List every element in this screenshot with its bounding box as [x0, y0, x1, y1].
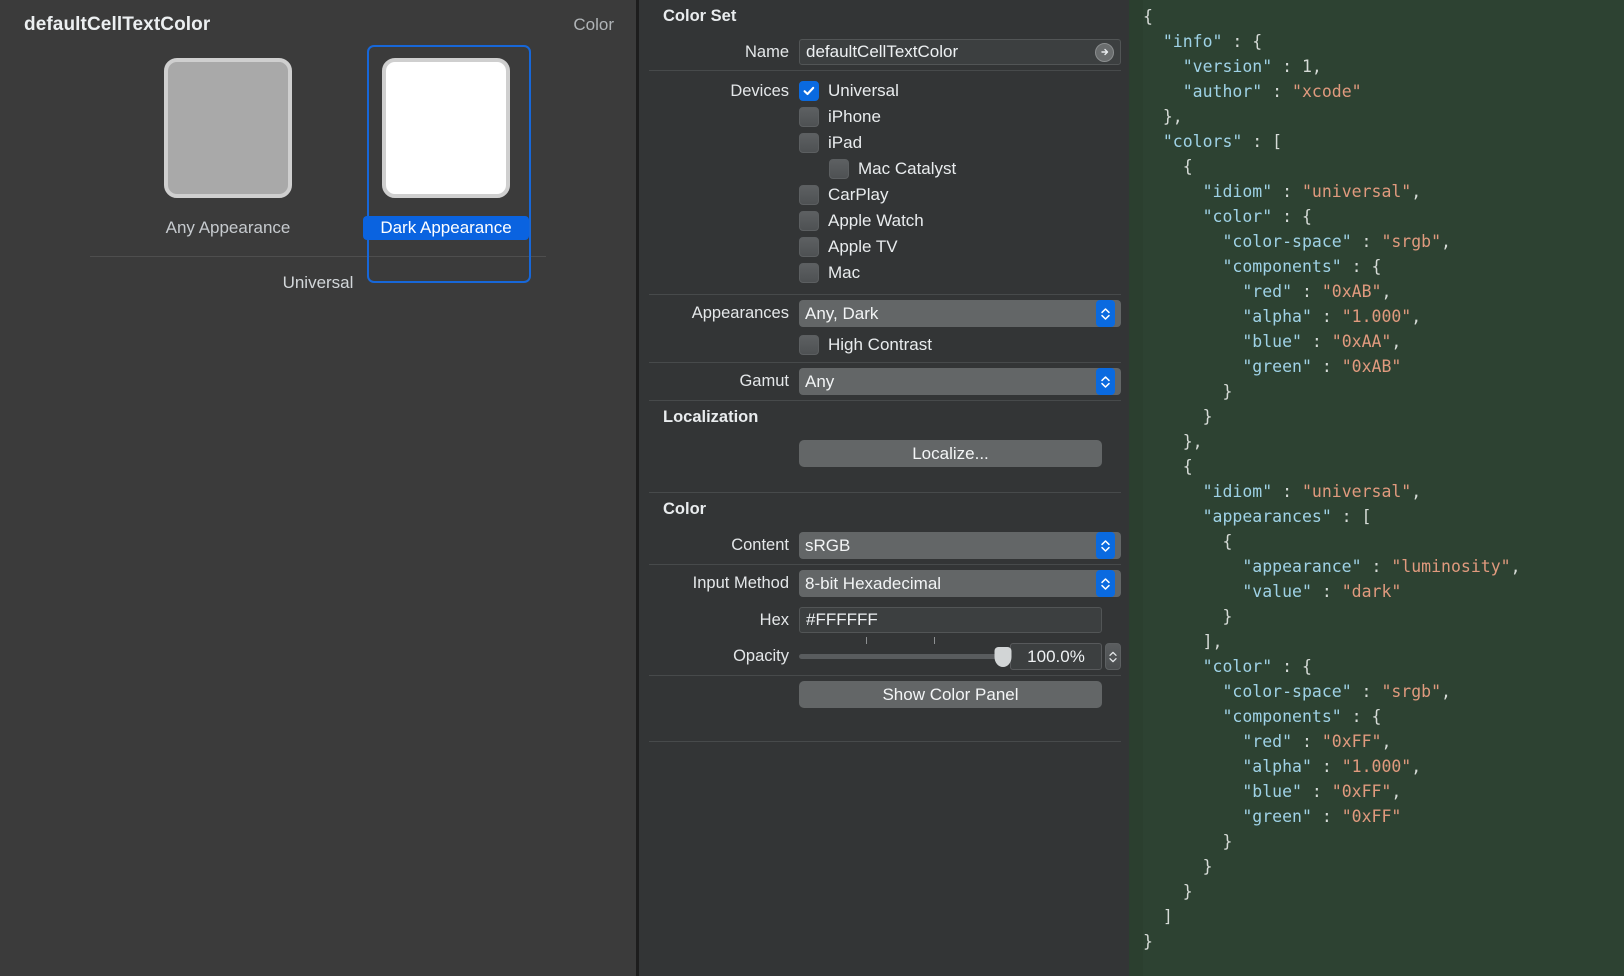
high-contrast-checkbox[interactable]	[799, 335, 819, 355]
color-set-section-title: Color Set	[639, 0, 1129, 34]
high-contrast-label: High Contrast	[828, 335, 932, 355]
device-checkbox-universal[interactable]	[799, 81, 819, 101]
opacity-row: Opacity 100.0%	[639, 638, 1129, 675]
show-color-panel-button[interactable]: Show Color Panel	[799, 681, 1102, 708]
input-method-select-value: 8-bit Hexadecimal	[805, 574, 1092, 594]
divider-bottom	[649, 741, 1121, 742]
editor-gutter	[1129, 0, 1143, 976]
color-swatch[interactable]	[164, 58, 292, 198]
appearance-variant[interactable]: Any Appearance	[145, 58, 311, 240]
content-select-value: sRGB	[805, 536, 1092, 556]
content-row: Content sRGB	[639, 527, 1129, 564]
name-label: Name	[639, 43, 799, 62]
variant-group-caption: Universal	[0, 273, 636, 293]
name-input[interactable]: defaultCellTextColor	[799, 39, 1121, 65]
device-label: Mac Catalyst	[858, 159, 956, 179]
hex-row: Hex #FFFFFF	[639, 602, 1129, 638]
device-checkbox-row[interactable]: Devices Universal	[639, 78, 1121, 104]
device-checkbox-row[interactable]: Mac Catalyst	[639, 156, 1121, 182]
device-checkbox-mac-catalyst[interactable]	[829, 159, 849, 179]
appearances-label: Appearances	[639, 304, 799, 323]
hex-label: Hex	[639, 611, 799, 630]
appearances-select-value: Any, Dark	[805, 304, 1092, 324]
xcode-asset-catalog-color-editor: defaultCellTextColor Color Any Appearanc…	[0, 0, 1624, 976]
content-select[interactable]: sRGB	[799, 532, 1121, 559]
opacity-slider[interactable]	[799, 644, 1003, 670]
json-source-text[interactable]: { "info" : { "version" : 1, "author" : "…	[1129, 0, 1624, 954]
hex-input[interactable]: #FFFFFF	[799, 607, 1102, 633]
chevron-updown-icon[interactable]	[1096, 368, 1115, 395]
devices-label: Devices	[639, 82, 799, 101]
device-label: Apple Watch	[828, 211, 924, 231]
appearance-variant-group: Any Appearance Dark Appearance Universal	[0, 58, 636, 293]
localize-row: Localize...	[639, 435, 1129, 472]
appearance-variant-row: Any Appearance Dark Appearance	[0, 58, 636, 240]
contents-json-editor[interactable]: { "info" : { "version" : 1, "author" : "…	[1129, 0, 1624, 976]
appearances-select[interactable]: Any, Dark	[799, 300, 1121, 327]
device-label: iPad	[828, 133, 862, 153]
device-checkbox-row[interactable]: iPad	[639, 130, 1121, 156]
device-checkbox-iphone[interactable]	[799, 107, 819, 127]
content-label: Content	[639, 536, 799, 555]
color-swatch[interactable]	[382, 58, 510, 198]
variant-label: Any Appearance	[145, 216, 311, 240]
devices-group: Devices Universal iPhone iPad Mac Catalyst Ca…	[639, 71, 1129, 294]
variant-group-divider	[90, 256, 546, 257]
device-checkbox-ipad[interactable]	[799, 133, 819, 153]
gamut-label: Gamut	[639, 372, 799, 391]
asset-canvas: defaultCellTextColor Color Any Appearanc…	[0, 0, 636, 976]
canvas-header: defaultCellTextColor Color	[0, 0, 636, 36]
opacity-label: Opacity	[639, 647, 799, 666]
asset-kind-label: Color	[573, 15, 614, 35]
color-section-title: Color	[639, 493, 1129, 527]
chevron-updown-icon[interactable]	[1096, 300, 1115, 327]
device-checkbox-row[interactable]: CarPlay	[639, 182, 1121, 208]
localization-section-title: Localization	[639, 401, 1129, 435]
device-checkbox-mac[interactable]	[799, 263, 819, 283]
opacity-stepper[interactable]	[1105, 643, 1121, 670]
opacity-value-input[interactable]: 100.0%	[1010, 643, 1102, 670]
device-checkbox-apple-tv[interactable]	[799, 237, 819, 257]
device-label: Apple TV	[828, 237, 898, 257]
chevron-updown-icon[interactable]	[1096, 532, 1115, 559]
device-checkbox-row[interactable]: Mac	[639, 260, 1121, 286]
color-swatch-wrap[interactable]	[164, 58, 292, 198]
hex-input-value: #FFFFFF	[806, 610, 1095, 630]
input-method-label: Input Method	[639, 574, 799, 593]
high-contrast-row[interactable]: High Contrast	[639, 332, 1129, 362]
show-color-panel-row: Show Color Panel	[639, 676, 1129, 713]
gamut-row: Gamut Any	[639, 363, 1129, 400]
color-swatch-wrap[interactable]	[382, 58, 510, 198]
name-input-value: defaultCellTextColor	[806, 42, 1091, 62]
device-label: Universal	[828, 81, 899, 101]
gamut-select-value: Any	[805, 372, 1092, 392]
attributes-inspector: Color Set Name defaultCellTextColor Devi…	[636, 0, 1129, 976]
chevron-updown-icon[interactable]	[1096, 570, 1115, 597]
input-method-row: Input Method 8-bit Hexadecimal	[639, 565, 1129, 602]
variant-label: Dark Appearance	[363, 216, 529, 240]
device-label: Mac	[828, 263, 860, 283]
appearance-variant[interactable]: Dark Appearance	[363, 58, 529, 240]
page-title: defaultCellTextColor	[24, 14, 210, 36]
localize-button[interactable]: Localize...	[799, 440, 1102, 467]
name-row: Name defaultCellTextColor	[639, 34, 1129, 70]
opacity-slider-track[interactable]	[799, 654, 1003, 659]
opacity-slider-ticks	[799, 637, 1003, 645]
device-checkbox-row[interactable]: Apple TV	[639, 234, 1121, 260]
device-checkbox-carplay[interactable]	[799, 185, 819, 205]
device-label: iPhone	[828, 107, 881, 127]
arrow-right-circle-icon[interactable]	[1095, 43, 1114, 62]
appearances-row: Appearances Any, Dark	[639, 295, 1129, 332]
device-label: CarPlay	[828, 185, 888, 205]
device-checkbox-row[interactable]: iPhone	[639, 104, 1121, 130]
device-checkbox-row[interactable]: Apple Watch	[639, 208, 1121, 234]
gamut-select[interactable]: Any	[799, 368, 1121, 395]
input-method-select[interactable]: 8-bit Hexadecimal	[799, 570, 1121, 597]
device-checkbox-apple-watch[interactable]	[799, 211, 819, 231]
opacity-slider-knob[interactable]	[995, 647, 1012, 667]
